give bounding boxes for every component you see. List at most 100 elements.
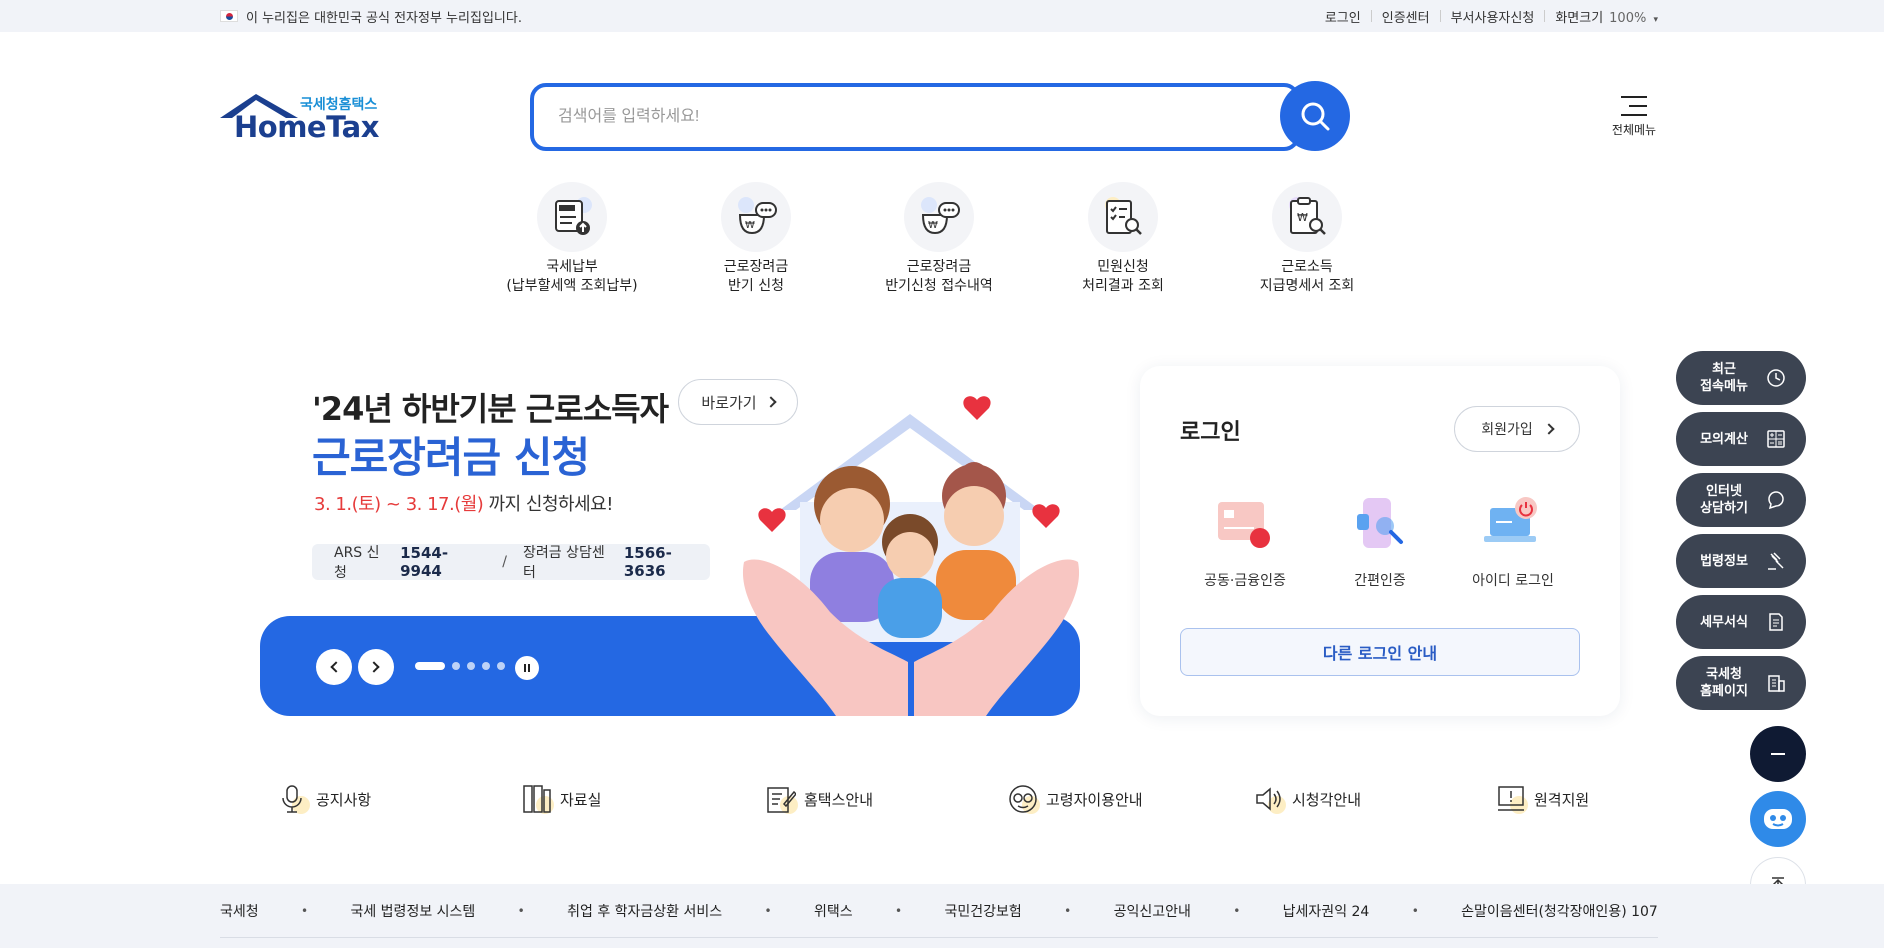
quick-service-civil-result[interactable]: 민원신청 처리결과 조회: [1048, 182, 1198, 296]
quick-service-eitc-history[interactable]: ₩ 근로장려금 반기신청 접수내역: [864, 182, 1014, 296]
zoom-value: 100%: [1609, 10, 1647, 26]
certificate-card-icon: [1214, 494, 1276, 556]
login-option-certificate[interactable]: 공동·금융인증: [1180, 494, 1310, 590]
bullet-separator: •: [895, 903, 903, 918]
related-site-link[interactable]: 국세 법령정보 시스템: [350, 901, 475, 921]
family-hands-illustration: [742, 396, 1080, 716]
quick-service-wage-statement[interactable]: ₩ 근로소득지급명세서 조회: [1232, 182, 1382, 296]
side-label: 국세청: [1706, 667, 1742, 682]
bullet-separator: •: [1233, 903, 1241, 918]
side-label: 최근: [1712, 362, 1736, 377]
quick-label-2: 반기신청 접수내역: [885, 278, 993, 294]
minus-icon: [1771, 753, 1785, 755]
login-option-id[interactable]: 아이디 로그인: [1448, 494, 1578, 590]
pagination-dot[interactable]: [452, 662, 460, 670]
bottom-link-label: 홈택스안내: [804, 790, 874, 809]
related-site-link[interactable]: 공익신고안내: [1114, 901, 1191, 921]
divider: [1439, 10, 1441, 22]
side-tax-forms[interactable]: 세무서식: [1676, 595, 1806, 649]
quick-label-2: (납부할세액 조회납부): [506, 278, 638, 294]
clock-icon: [1767, 369, 1785, 387]
side-recent-menu[interactable]: 최근 접속메뉴: [1676, 351, 1806, 405]
pause-icon: [523, 664, 531, 672]
chevron-left-icon: [330, 661, 342, 673]
login-option-simple[interactable]: 간편인증: [1315, 494, 1445, 590]
hometax-logo[interactable]: 국세청홈택스 HomeTax: [220, 92, 380, 148]
banner-pause-button[interactable]: [515, 656, 539, 680]
quick-label-1: 근로소득: [1281, 259, 1333, 275]
glasses-face-icon: [1006, 782, 1040, 816]
microphone-icon: [276, 782, 310, 816]
document-pen-icon: [764, 782, 798, 816]
related-site-link[interactable]: 손말이음센터(청각장애인용) 107: [1461, 901, 1658, 921]
chatbot-button[interactable]: [1750, 791, 1806, 847]
login-card: 로그인 회원가입 공동·금융인증 간편인증 아이디 로그인 다른 로그인 안내: [1140, 366, 1620, 716]
side-simulation[interactable]: 모의계산: [1676, 412, 1806, 466]
bottom-link-label: 자료실: [560, 790, 602, 809]
related-site-link[interactable]: 국민건강보험: [944, 901, 1021, 921]
search-button[interactable]: [1280, 81, 1350, 151]
cert-center-link[interactable]: 인증센터: [1382, 7, 1430, 26]
bottom-link-av-guide[interactable]: 시청각안내: [1252, 782, 1361, 816]
bottom-link-hometax-guide[interactable]: 홈택스안내: [764, 782, 873, 816]
banner-prev-button[interactable]: [316, 649, 352, 685]
login-link[interactable]: 로그인: [1325, 7, 1361, 26]
quick-label-2: 지급명세서 조회: [1259, 278, 1355, 294]
related-sites-bar: 국세청 • 국세 법령정보 시스템 • 취업 후 학자금상환 서비스 • 위택스 • 국민건강보…: [0, 884, 1884, 948]
banner-next-button[interactable]: [358, 649, 394, 685]
building-icon: [1768, 675, 1785, 692]
side-nts-homepage[interactable]: 국세청 홈페이지: [1676, 656, 1806, 710]
join-button[interactable]: 회원가입: [1454, 406, 1580, 452]
pagination-dot[interactable]: [497, 662, 505, 670]
period-suffix: 까지 신청하세요!: [483, 494, 614, 515]
side-label: 모의계산: [1700, 431, 1748, 447]
ars-label: ARS 신청: [334, 545, 380, 581]
login-option-label: 아이디 로그인: [1472, 573, 1554, 589]
dept-user-link[interactable]: 부서사용자신청: [1451, 7, 1535, 26]
all-menu-button[interactable]: 전체메뉴: [1604, 92, 1664, 144]
search-box: [530, 83, 1300, 151]
archive-icon: [520, 782, 554, 816]
collapse-side-menu-button[interactable]: [1750, 726, 1806, 782]
svg-text:₩: ₩: [1297, 211, 1308, 224]
pagination-dot[interactable]: [467, 662, 475, 670]
related-site-link[interactable]: 국세청: [220, 901, 259, 921]
period-dates: 3. 1.(토) ~ 3. 17.(월): [314, 494, 484, 515]
quick-label-2: 처리결과 조회: [1082, 278, 1164, 294]
banner-period: 3. 1.(토) ~ 3. 17.(월) 까지 신청하세요!: [314, 490, 613, 516]
pagination-dot[interactable]: [415, 662, 445, 670]
hamburger-icon: [1621, 96, 1647, 116]
quick-service-tax-payment[interactable]: 국세납부 (납부할세액 조회납부): [497, 182, 647, 296]
zoom-control[interactable]: 화면크기 100% ▾: [1555, 7, 1658, 26]
other-login-button[interactable]: 다른 로그인 안내: [1180, 628, 1580, 676]
won-document-search-icon: ₩: [1272, 182, 1342, 252]
related-site-link[interactable]: 납세자권익 24: [1283, 901, 1370, 921]
bottom-link-library[interactable]: 자료실: [520, 782, 601, 816]
calculator-icon: [1767, 430, 1785, 448]
chevron-right-icon: [368, 661, 380, 673]
side-online-consult[interactable]: 인터넷 상담하기: [1676, 473, 1806, 527]
side-law-info[interactable]: 법령정보: [1676, 534, 1806, 588]
quick-label-1: 근로장려금: [723, 259, 789, 275]
gov-notice-text: 이 누리집은 대한민국 공식 전자정부 누리집입니다.: [246, 10, 522, 26]
zoom-label: 화면크기: [1555, 10, 1604, 26]
side-label: 상담하기: [1700, 501, 1748, 516]
bottom-link-remote-support[interactable]: 원격지원: [1494, 782, 1589, 816]
tax-pay-icon: [537, 182, 607, 252]
bullet-separator: •: [1411, 903, 1419, 918]
pagination-dot[interactable]: [482, 662, 490, 670]
robot-icon: [1764, 809, 1792, 829]
banner-headline: 근로장려금 신청: [312, 433, 590, 482]
bottom-link-senior-guide[interactable]: 고령자이용안내: [1006, 782, 1143, 816]
all-menu-label: 전체메뉴: [1611, 123, 1657, 137]
quick-label-1: 근로장려금: [906, 259, 972, 275]
bottom-link-notice[interactable]: 공지사항: [276, 782, 371, 816]
related-site-link[interactable]: 취업 후 학자금상환 서비스: [567, 901, 722, 921]
chat-icon: [1768, 491, 1784, 510]
side-label: 세무서식: [1700, 614, 1748, 630]
related-site-link[interactable]: 위택스: [814, 901, 853, 921]
bottom-link-label: 공지사항: [316, 790, 372, 809]
quick-service-eitc-apply[interactable]: ₩ 근로장려금 반기 신청: [681, 182, 831, 296]
search-input[interactable]: [558, 99, 1178, 135]
login-option-label: 공동·금융인증: [1204, 573, 1286, 589]
